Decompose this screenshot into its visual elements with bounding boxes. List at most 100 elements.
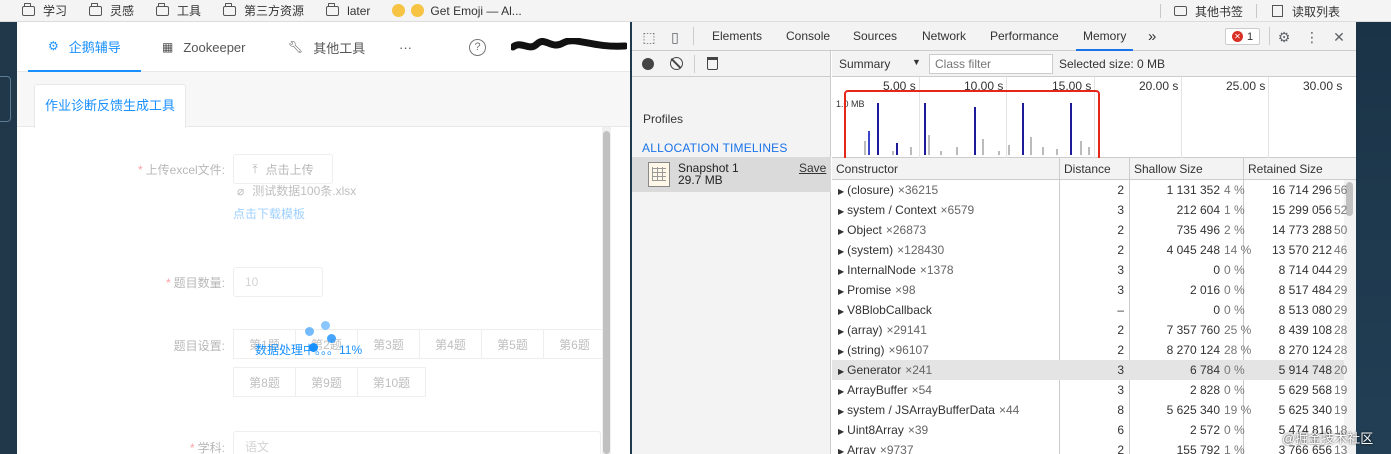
question-5[interactable]: 第5题 xyxy=(481,329,544,359)
chevron-down-icon[interactable]: ▼ xyxy=(912,57,921,67)
settings-gear-icon[interactable]: ⚙ xyxy=(1276,29,1292,45)
inspect-element-icon[interactable]: ⬚ xyxy=(641,29,657,45)
bookmark-folder-tools[interactable]: 工具 xyxy=(146,0,213,22)
tab-sources[interactable]: Sources xyxy=(853,22,897,51)
snapshot-item[interactable]: Snapshot 1 29.7 MB Save xyxy=(632,157,831,192)
retained-size-value: 8 714 044 xyxy=(1278,263,1332,277)
device-toolbar-icon[interactable]: ▯ xyxy=(667,29,683,45)
table-row[interactable]: ▶ system / Context ×6579 3 212 604 1 % 15 299 … xyxy=(832,200,1347,220)
clear-icon[interactable] xyxy=(670,57,683,70)
question-6[interactable]: 第6题 xyxy=(543,329,606,359)
expand-arrow-icon[interactable]: ▶ xyxy=(838,247,844,256)
retained-size-value: 5 914 748 xyxy=(1278,363,1332,377)
table-row[interactable]: ▶ (array) ×29141 2 7 357 760 25 % 8 439 108 28 xyxy=(832,320,1347,340)
more-tabs-icon[interactable]: » xyxy=(1148,22,1156,51)
question-4[interactable]: 第4题 xyxy=(419,329,482,359)
table-row[interactable]: ▶ system / JSArrayBufferData ×44 8 5 625 340… xyxy=(832,400,1347,420)
expand-arrow-icon[interactable]: ▶ xyxy=(838,387,844,396)
bookmark-folder-inspiration[interactable]: 灵感 xyxy=(79,0,146,22)
table-row[interactable]: ▶ Uint8Array ×39 6 2 572 0 % 5 474 816 18 xyxy=(832,420,1347,440)
table-row[interactable]: ▶ Generator ×241 3 6 784 0 % 5 914 748 20 xyxy=(832,360,1347,380)
constructor-name: ▶ (closure) ×36215 xyxy=(838,180,938,200)
column-retained-size[interactable]: Retained Size xyxy=(1244,158,1356,180)
expand-arrow-icon[interactable]: ▶ xyxy=(838,327,844,336)
question-9[interactable]: 第9题 xyxy=(295,367,358,397)
nav-tab-other-tools[interactable]: 🔧︎ 其他工具 xyxy=(288,22,365,72)
scrollbar-thumb[interactable] xyxy=(603,131,610,454)
nav-tab-zookeeper[interactable]: ▦ Zookeeper xyxy=(162,22,246,72)
question-count-input[interactable]: 10 xyxy=(233,267,323,297)
question-10[interactable]: 第10题 xyxy=(357,367,426,397)
shallow-size-percent: 0 % xyxy=(1224,423,1245,437)
record-icon[interactable] xyxy=(642,58,654,70)
expand-arrow-icon[interactable]: ▶ xyxy=(838,287,844,296)
instance-count: ×128430 xyxy=(897,243,945,257)
view-select[interactable]: Summary xyxy=(839,57,890,71)
table-row[interactable]: ▶ Array ×9737 2 155 792 1 % 3 766 656 13 xyxy=(832,440,1347,454)
column-shallow-size[interactable]: Shallow Size xyxy=(1130,158,1244,180)
table-row[interactable]: ▶ ArrayBuffer ×54 3 2 828 0 % 5 629 568 19 xyxy=(832,380,1347,400)
column-constructor[interactable]: Constructor xyxy=(832,158,1060,180)
bookmark-other[interactable]: 其他书签 xyxy=(1174,0,1243,22)
upload-icon: ⤒ xyxy=(252,161,258,176)
class-filter-input[interactable] xyxy=(929,54,1053,74)
shallow-size-value: 2 572 xyxy=(1189,423,1220,437)
upload-button[interactable]: ⤒ 点击上传 xyxy=(233,154,333,184)
tab-elements[interactable]: Elements xyxy=(712,22,762,51)
help-icon[interactable]: ? xyxy=(469,39,486,56)
table-row[interactable]: ▶ InternalNode ×1378 3 0 0 % 8 714 044 29 xyxy=(832,260,1347,280)
reading-list[interactable]: 读取列表 xyxy=(1272,0,1340,22)
nav-more[interactable]: ··· xyxy=(399,22,412,72)
bookmark-folder-later[interactable]: later xyxy=(316,0,382,22)
tab-feedback-tool[interactable]: 作业诊断反馈生成工具 xyxy=(34,84,186,128)
question-3[interactable]: 第3题 xyxy=(357,329,420,359)
close-icon[interactable]: ✕ xyxy=(1331,29,1347,45)
constructor-label: (string) xyxy=(847,343,885,357)
expand-arrow-icon[interactable]: ▶ xyxy=(838,207,844,216)
kebab-menu-icon[interactable]: ⋮ xyxy=(1304,29,1320,45)
expand-arrow-icon[interactable]: ▶ xyxy=(838,427,844,436)
expand-arrow-icon[interactable]: ▶ xyxy=(838,347,844,356)
allocation-bar xyxy=(892,151,894,155)
constructor-name: ▶ Generator ×241 xyxy=(838,360,932,380)
table-row[interactable]: ▶ (closure) ×36215 2 1 131 352 4 % 16 714 296 5… xyxy=(832,180,1347,200)
instance-count: ×54 xyxy=(911,383,932,397)
error-count-badge[interactable]: ✕ 1 xyxy=(1225,28,1260,45)
shallow-size-percent: 28 % xyxy=(1224,343,1252,357)
table-row[interactable]: ▶ Object ×26873 2 735 496 2 % 14 773 288 50 xyxy=(832,220,1347,240)
table-row[interactable]: ▶ Promise ×98 3 2 016 0 % 8 517 484 29 xyxy=(832,280,1347,300)
expand-arrow-icon[interactable]: ▶ xyxy=(838,227,844,236)
page-scrollbar[interactable] xyxy=(602,127,611,454)
tab-performance[interactable]: Performance xyxy=(990,22,1059,51)
expand-arrow-icon[interactable]: ▶ xyxy=(838,307,844,316)
allocation-bar xyxy=(868,131,870,155)
download-template-link[interactable]: 点击下载模板 xyxy=(233,205,305,222)
bookmark-folder-study[interactable]: 学习 xyxy=(0,0,79,22)
allocation-timelines-heading: ALLOCATION TIMELINES xyxy=(642,141,788,155)
distance-value: 2 xyxy=(1117,243,1124,257)
allocation-timeline[interactable]: 5.00 s 10.00 s 15.00 s 20.00 s 25.00 s 3… xyxy=(832,77,1356,166)
tab-network[interactable]: Network xyxy=(922,22,966,51)
expand-arrow-icon[interactable]: ▶ xyxy=(838,447,844,454)
expand-arrow-icon[interactable]: ▶ xyxy=(838,367,844,376)
trash-icon[interactable] xyxy=(707,57,718,70)
instance-count: ×26873 xyxy=(885,223,927,237)
uploaded-file[interactable]: ⌀ 测试数据100条.xlsx xyxy=(237,182,356,199)
tab-console[interactable]: Console xyxy=(786,22,830,51)
snapshot-save-link[interactable]: Save xyxy=(799,161,826,175)
column-distance[interactable]: Distance xyxy=(1060,158,1130,180)
table-row[interactable]: ▶ V8BlobCallback – 0 0 % 8 513 080 29 xyxy=(832,300,1347,320)
subject-select[interactable]: 语文 xyxy=(233,431,601,454)
expand-arrow-icon[interactable]: ▶ xyxy=(838,267,844,276)
table-row[interactable]: ▶ (string) ×96107 2 8 270 124 28 % 8 270 124 28 xyxy=(832,340,1347,360)
nav-tab-penguin-tutor[interactable]: ⚙ 企鹅辅导 xyxy=(28,22,141,72)
expand-arrow-icon[interactable]: ▶ xyxy=(838,407,844,416)
wrench-icon: 🔧︎ xyxy=(288,40,304,54)
question-8[interactable]: 第8题 xyxy=(233,367,296,397)
retained-size-value: 14 773 288 xyxy=(1271,223,1332,237)
expand-arrow-icon[interactable]: ▶ xyxy=(838,187,844,196)
tab-memory[interactable]: Memory xyxy=(1076,22,1134,51)
bookmark-get-emoji[interactable]: Get Emoji — Al... xyxy=(382,0,533,22)
bookmark-folder-third-party[interactable]: 第三方资源 xyxy=(213,0,316,22)
table-row[interactable]: ▶ (system) ×128430 2 4 045 248 14 % 13 570 212… xyxy=(832,240,1347,260)
